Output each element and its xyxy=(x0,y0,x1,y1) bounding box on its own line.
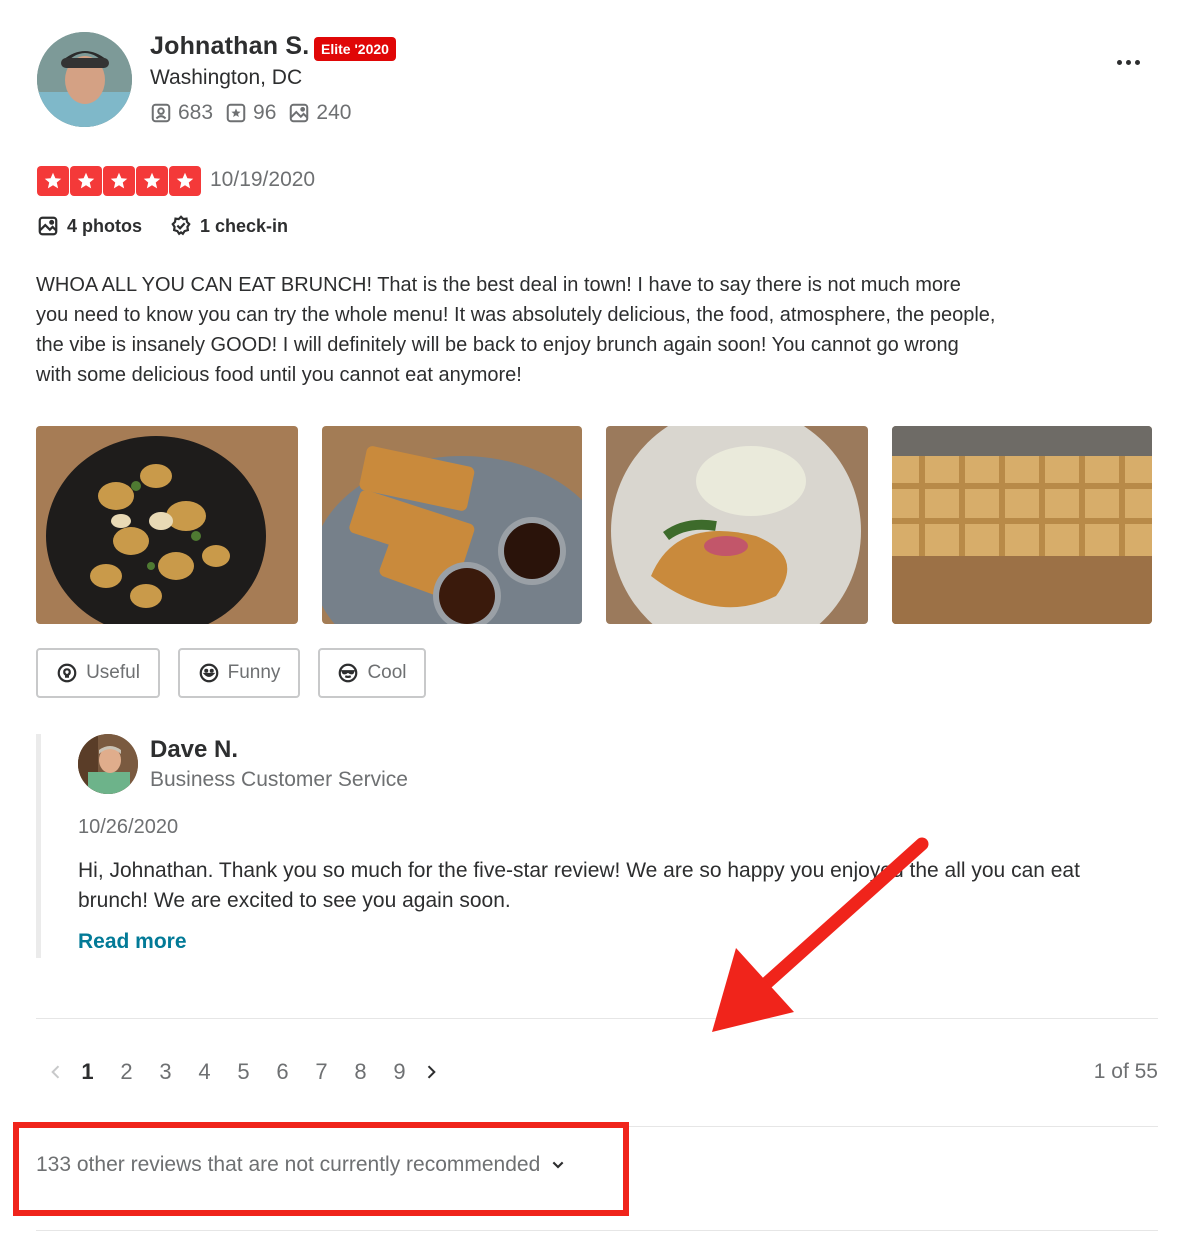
reply-divider xyxy=(36,734,41,958)
useful-button[interactable]: Useful xyxy=(36,648,160,698)
review-star-icon xyxy=(226,103,246,123)
annotation-arrow-icon xyxy=(712,837,929,1032)
star-icon xyxy=(70,166,102,196)
page-count: 1 of 55 xyxy=(1093,1060,1158,1083)
reviewer-name[interactable]: Johnathan S. xyxy=(150,32,309,61)
photos-link[interactable]: 4 photos xyxy=(37,215,142,237)
page-link-2[interactable]: 2 xyxy=(107,1059,146,1085)
chevron-left-icon xyxy=(51,1065,60,1079)
divider xyxy=(36,1230,1158,1231)
page-link-7[interactable]: 7 xyxy=(302,1059,341,1085)
page-link-4[interactable]: 4 xyxy=(185,1059,224,1085)
divider xyxy=(36,1018,1158,1019)
sunglasses-icon xyxy=(339,663,358,683)
reviews-stat: 96 xyxy=(225,101,276,125)
chevron-right-icon xyxy=(427,1065,436,1079)
business-owner-role: Business Customer Service xyxy=(150,768,408,791)
page-link-6[interactable]: 6 xyxy=(263,1059,302,1085)
review-photo[interactable] xyxy=(892,426,1152,624)
lightbulb-icon xyxy=(57,663,77,683)
star-icon xyxy=(169,166,201,196)
photos-label: 4 photos xyxy=(67,215,142,236)
reviewer-stats: 683 96 240 xyxy=(150,101,351,125)
page-link-3[interactable]: 3 xyxy=(146,1059,185,1085)
star-rating xyxy=(37,166,201,196)
page-link-9[interactable]: 9 xyxy=(380,1059,419,1085)
review-photo[interactable] xyxy=(36,426,298,624)
funny-label: Funny xyxy=(227,662,281,683)
reply-date: 10/26/2020 xyxy=(78,816,179,838)
more-dot-icon xyxy=(1125,59,1131,65)
review-photo[interactable] xyxy=(606,426,868,624)
review-photo[interactable] xyxy=(322,426,582,624)
reviewer-avatar[interactable] xyxy=(37,32,132,127)
star-icon xyxy=(136,166,168,196)
friends-stat: 683 xyxy=(150,101,213,125)
cool-button[interactable]: Cool xyxy=(318,648,426,698)
more-dot-icon xyxy=(1116,59,1122,65)
checkin-badge-icon xyxy=(171,215,191,236)
page-link-5[interactable]: 5 xyxy=(224,1059,263,1085)
page-link-8[interactable]: 8 xyxy=(341,1059,380,1085)
star-icon xyxy=(37,166,69,196)
checkin-info: 1 check-in xyxy=(170,215,288,237)
elite-badge[interactable]: Elite '2020 xyxy=(314,37,396,61)
cool-label: Cool xyxy=(367,662,407,683)
review-meta: 4 photos 1 check-in xyxy=(37,215,288,237)
star-icon xyxy=(103,166,135,196)
annotation-highlight-box xyxy=(13,1122,629,1216)
funny-button[interactable]: Funny xyxy=(178,648,300,698)
business-owner-name: Dave N. xyxy=(150,736,239,763)
photo-icon xyxy=(290,103,309,123)
checkin-label: 1 check-in xyxy=(200,215,289,236)
page-link-1[interactable]: 1 xyxy=(68,1059,107,1085)
review-text: WHOA ALL YOU CAN EAT BRUNCH! That is the… xyxy=(36,274,996,386)
business-owner-avatar xyxy=(78,734,138,794)
pagination: 1 2 3 4 5 6 7 8 9 xyxy=(44,1056,443,1088)
review-date: 10/19/2020 xyxy=(210,168,316,191)
smiley-icon xyxy=(199,663,218,683)
more-dot-icon xyxy=(1134,59,1140,65)
photo-icon xyxy=(38,216,58,236)
prev-page-button[interactable] xyxy=(44,1062,68,1082)
photos-stat: 240 xyxy=(288,101,351,125)
photos-count: 240 xyxy=(316,101,352,124)
read-more-link[interactable]: Read more xyxy=(78,930,187,954)
reviewer-location: Washington, DC xyxy=(150,66,303,89)
next-page-button[interactable] xyxy=(419,1062,443,1082)
more-options-button[interactable] xyxy=(1112,50,1144,74)
friends-icon xyxy=(151,103,171,123)
friends-count: 683 xyxy=(178,101,214,124)
reviews-count: 96 xyxy=(253,101,277,124)
reply-text: Hi, Johnathan. Thank you so much for the… xyxy=(78,859,1080,912)
useful-label: Useful xyxy=(86,662,140,683)
